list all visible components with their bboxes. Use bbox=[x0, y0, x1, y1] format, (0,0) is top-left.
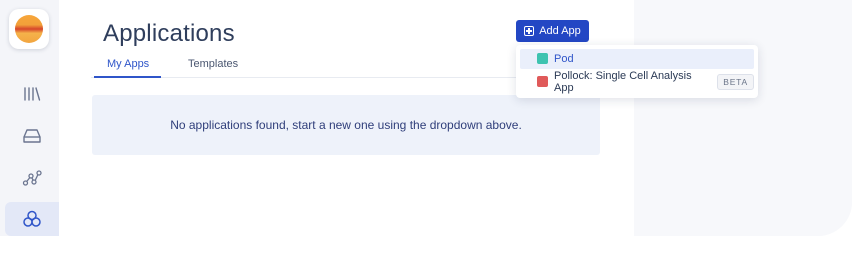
beta-badge: BETA bbox=[717, 74, 754, 90]
dropdown-item-label: Pollock: Single Cell Analysis App bbox=[554, 70, 692, 94]
empty-state: No applications found, start a new one u… bbox=[92, 95, 600, 155]
library-icon bbox=[24, 87, 41, 101]
dropdown-item-label: Pod bbox=[554, 53, 574, 65]
dropdown-item-pollock[interactable]: Pollock: Single Cell Analysis App BETA bbox=[520, 70, 754, 94]
empty-state-message: No applications found, start a new one u… bbox=[170, 118, 522, 132]
add-app-dropdown: Pod Pollock: Single Cell Analysis App BE… bbox=[516, 45, 758, 98]
workflow-icon bbox=[22, 170, 42, 186]
sidebar-item-workflows[interactable] bbox=[5, 161, 59, 195]
logo[interactable] bbox=[9, 9, 49, 49]
drive-icon bbox=[23, 129, 41, 143]
logo-icon bbox=[15, 15, 43, 43]
app-frame: Applications My Apps Templates No applic… bbox=[0, 0, 852, 236]
page-title: Applications bbox=[103, 20, 235, 47]
dropdown-item-pod[interactable]: Pod bbox=[520, 49, 754, 69]
add-app-label: Add App bbox=[539, 25, 581, 37]
add-icon bbox=[524, 26, 535, 36]
pollock-icon bbox=[537, 76, 548, 87]
right-panel bbox=[634, 0, 852, 236]
pod-icon bbox=[537, 53, 548, 64]
tab-templates[interactable]: Templates bbox=[188, 58, 238, 76]
sidebar-item-drive[interactable] bbox=[5, 119, 59, 153]
sidebar-item-library[interactable] bbox=[5, 77, 59, 111]
add-app-button[interactable]: Add App bbox=[516, 20, 589, 42]
tab-my-apps[interactable]: My Apps bbox=[94, 58, 162, 78]
main-content: Applications My Apps Templates No applic… bbox=[59, 0, 634, 236]
apps-icon bbox=[23, 210, 41, 227]
sidebar-item-apps[interactable] bbox=[5, 202, 59, 236]
sidebar bbox=[0, 0, 59, 236]
